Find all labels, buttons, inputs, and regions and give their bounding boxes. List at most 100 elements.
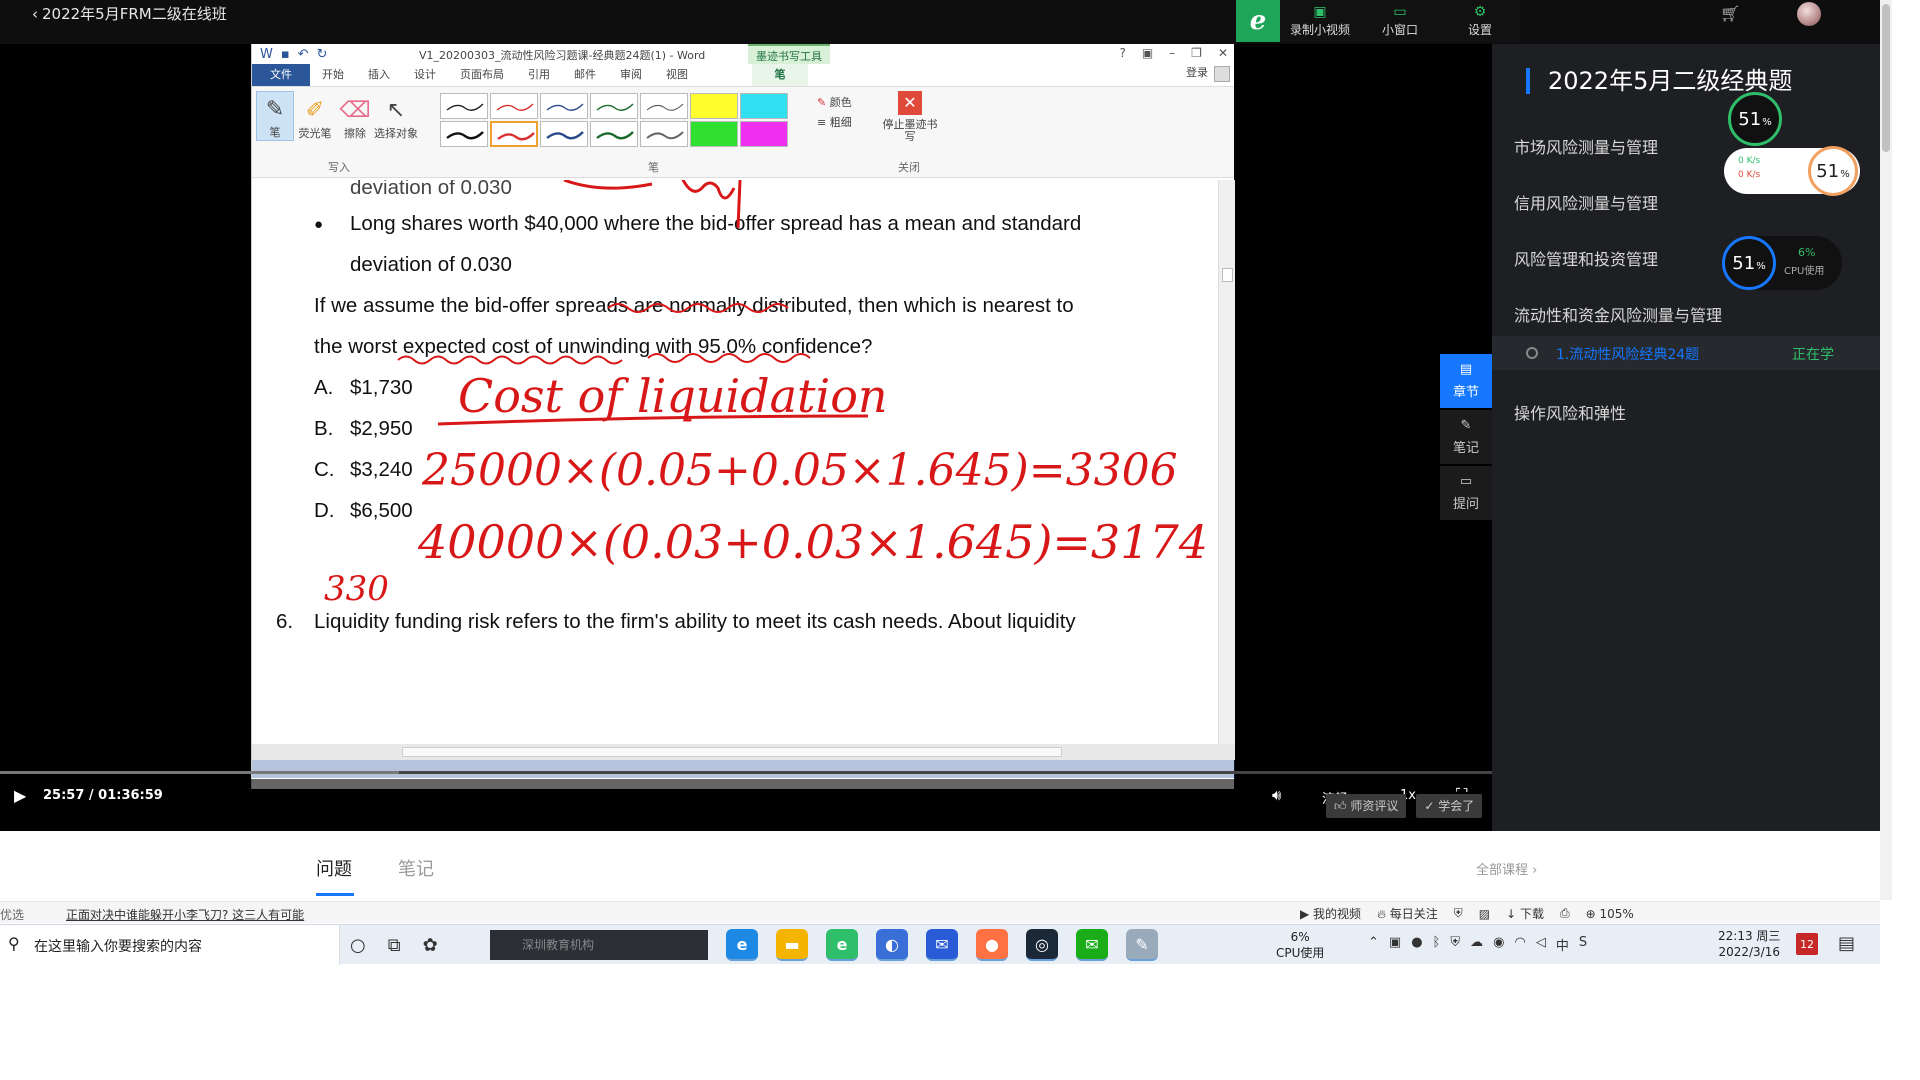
- progress-bar[interactable]: [0, 771, 1492, 774]
- tray-icon[interactable]: ●: [1411, 935, 1422, 954]
- cart-icon[interactable]: 🛒︎: [1720, 4, 1740, 23]
- sidebar-item-investment[interactable]: 风险管理和投资管理: [1514, 246, 1658, 270]
- folder-icon[interactable]: ▬: [776, 929, 808, 961]
- tab-review[interactable]: 审阅: [608, 64, 654, 86]
- highlighter-swatch[interactable]: [740, 121, 788, 147]
- highlighter-button[interactable]: ✐ 荧光笔: [296, 91, 334, 141]
- stop-inking-button[interactable]: ✕ 停止墨迹书写: [882, 91, 938, 143]
- tab-home[interactable]: 开始: [310, 64, 356, 86]
- volume-icon[interactable]: ◁: [1536, 935, 1546, 954]
- mini-window-button[interactable]: ▭ 小窗口: [1360, 0, 1440, 42]
- rate-teacher-button[interactable]: 👍︎ 师资评议: [1326, 794, 1407, 818]
- tab-file[interactable]: 文件: [252, 64, 310, 86]
- document-page[interactable]: deviation of 0.030 ● Long shares worth $…: [252, 180, 1218, 744]
- browser-icon[interactable]: e: [826, 929, 858, 961]
- color-button[interactable]: ✎ 颜色: [817, 93, 852, 113]
- tab-view[interactable]: 视图: [654, 64, 700, 86]
- notification-badge[interactable]: 12: [1796, 933, 1818, 955]
- scroll-thumb[interactable]: [402, 747, 1062, 757]
- settings-button[interactable]: ⚙ 设置: [1440, 0, 1520, 42]
- bluetooth-icon[interactable]: ᛒ: [1433, 935, 1441, 954]
- news-link[interactable]: 正面对决中谁能躲开小李飞刀? 这三人有可能: [66, 906, 304, 923]
- tab-design[interactable]: 设计: [402, 64, 448, 86]
- tab-references[interactable]: 引用: [516, 64, 562, 86]
- sidebar-item-credit-risk[interactable]: 信用风险测量与管理: [1514, 190, 1658, 214]
- sidebar-item-market-risk[interactable]: 市场风险测量与管理: [1514, 134, 1658, 158]
- sidebar-item-operational[interactable]: 操作风险和弹性: [1514, 400, 1626, 424]
- pen-swatch[interactable]: [590, 93, 638, 119]
- action-center-icon[interactable]: ▤: [1838, 933, 1855, 954]
- close-icon[interactable]: ✕: [1218, 46, 1228, 60]
- tab-layout[interactable]: 页面布局: [448, 64, 516, 86]
- record-video-button[interactable]: ▣ 录制小视频: [1280, 0, 1360, 42]
- highlighter-swatch[interactable]: [690, 93, 738, 119]
- thickness-button[interactable]: ≡ 粗细: [817, 113, 852, 133]
- map-pin-icon[interactable]: ●: [976, 929, 1008, 961]
- task-view-icon[interactable]: ⧉: [388, 935, 401, 956]
- sidebar-item-liquidity[interactable]: 流动性和资金风险测量与管理: [1514, 302, 1722, 326]
- minimize-icon[interactable]: –: [1169, 46, 1175, 60]
- cortana-icon[interactable]: ○: [350, 935, 366, 956]
- tray-icon[interactable]: ⛨: [1450, 935, 1460, 954]
- eraser-button[interactable]: ⌫ 擦除: [336, 91, 374, 141]
- pen-app-icon[interactable]: ✎: [1126, 929, 1158, 961]
- pen-swatch[interactable]: [640, 121, 688, 147]
- tray-icon[interactable]: ☁: [1470, 935, 1483, 954]
- help-icon[interactable]: ?: [1119, 46, 1125, 60]
- notes-button[interactable]: ✎ 笔记: [1440, 410, 1492, 464]
- chevron-up-icon[interactable]: ⌃: [1368, 935, 1379, 954]
- highlighter-swatch[interactable]: [740, 93, 788, 119]
- tab-pen[interactable]: 笔: [752, 64, 808, 86]
- app-icon[interactable]: ✿: [423, 935, 438, 956]
- page-scrollbar[interactable]: [1880, 0, 1892, 900]
- pen-swatch[interactable]: [590, 121, 638, 147]
- select-objects-button[interactable]: ↖ 选择对象: [372, 91, 420, 141]
- zoom-button[interactable]: ⊕ 105%: [1586, 907, 1634, 921]
- tab-notes[interactable]: 笔记: [398, 855, 434, 881]
- video-player[interactable]: W ▪ ↶ ↻ V1_20200303_流动性风险习题课-经典题24题(1) -…: [0, 44, 1492, 831]
- taskbar-clock[interactable]: 22:13 周三 2022/3/16: [1718, 928, 1780, 960]
- pen-swatch[interactable]: [540, 93, 588, 119]
- pen-tool-button[interactable]: ✎ 笔: [256, 91, 294, 141]
- redo-icon[interactable]: ↻: [317, 47, 328, 62]
- my-videos-button[interactable]: ▶ 我的视频: [1300, 905, 1361, 922]
- ime-icon[interactable]: 中: [1556, 935, 1569, 954]
- tab-mailings[interactable]: 邮件: [562, 64, 608, 86]
- back-button[interactable]: ‹ 2022年5月FRM二级在线班: [32, 3, 227, 24]
- document-vertical-scrollbar[interactable]: [1218, 180, 1235, 744]
- pen-swatch[interactable]: [440, 121, 488, 147]
- shield-icon[interactable]: ⛨: [1454, 906, 1463, 921]
- document-horizontal-scrollbar[interactable]: [252, 744, 1235, 760]
- learned-button[interactable]: ✓ 学会了: [1416, 794, 1483, 818]
- save-icon[interactable]: ▪: [281, 47, 290, 62]
- pen-swatch-selected[interactable]: [490, 121, 538, 147]
- taskbar-input[interactable]: 深圳教育机构: [490, 930, 708, 960]
- wechat-icon[interactable]: ✉: [1076, 929, 1108, 961]
- tray-icon[interactable]: S: [1579, 935, 1587, 954]
- scroll-thumb[interactable]: [1882, 4, 1890, 152]
- mail-icon[interactable]: ✉: [926, 929, 958, 961]
- edge-icon[interactable]: e: [726, 929, 758, 961]
- ribbon-display-icon[interactable]: ▣: [1142, 46, 1153, 60]
- pen-swatch[interactable]: [540, 121, 588, 147]
- tray-icon[interactable]: ◉: [1493, 935, 1504, 954]
- chat-icon[interactable]: ◐: [876, 929, 908, 961]
- image-icon[interactable]: ▨: [1479, 907, 1490, 921]
- sidebar-sub-item[interactable]: 1.流动性风险经典24题 正在学: [1492, 336, 1880, 370]
- account-icon[interactable]: [1214, 66, 1230, 82]
- print-icon[interactable]: ⎙: [1560, 906, 1570, 921]
- restore-icon[interactable]: ❐: [1191, 46, 1202, 60]
- undo-icon[interactable]: ↶: [298, 47, 309, 62]
- tab-insert[interactable]: 插入: [356, 64, 402, 86]
- volume-icon[interactable]: 🔊︎: [1272, 786, 1281, 804]
- steam-icon[interactable]: ◎: [1026, 929, 1058, 961]
- pen-swatch[interactable]: [640, 93, 688, 119]
- play-button[interactable]: ▶: [14, 786, 26, 805]
- taskbar-search[interactable]: ⚲ 在这里输入你要搜索的内容: [0, 925, 340, 965]
- download-button[interactable]: ↓ 下载: [1506, 905, 1544, 922]
- avatar[interactable]: [1797, 2, 1821, 26]
- pen-swatch[interactable]: [490, 93, 538, 119]
- pen-swatch[interactable]: [440, 93, 488, 119]
- wifi-icon[interactable]: ◠: [1514, 935, 1525, 954]
- login-link[interactable]: 登录: [1186, 64, 1208, 80]
